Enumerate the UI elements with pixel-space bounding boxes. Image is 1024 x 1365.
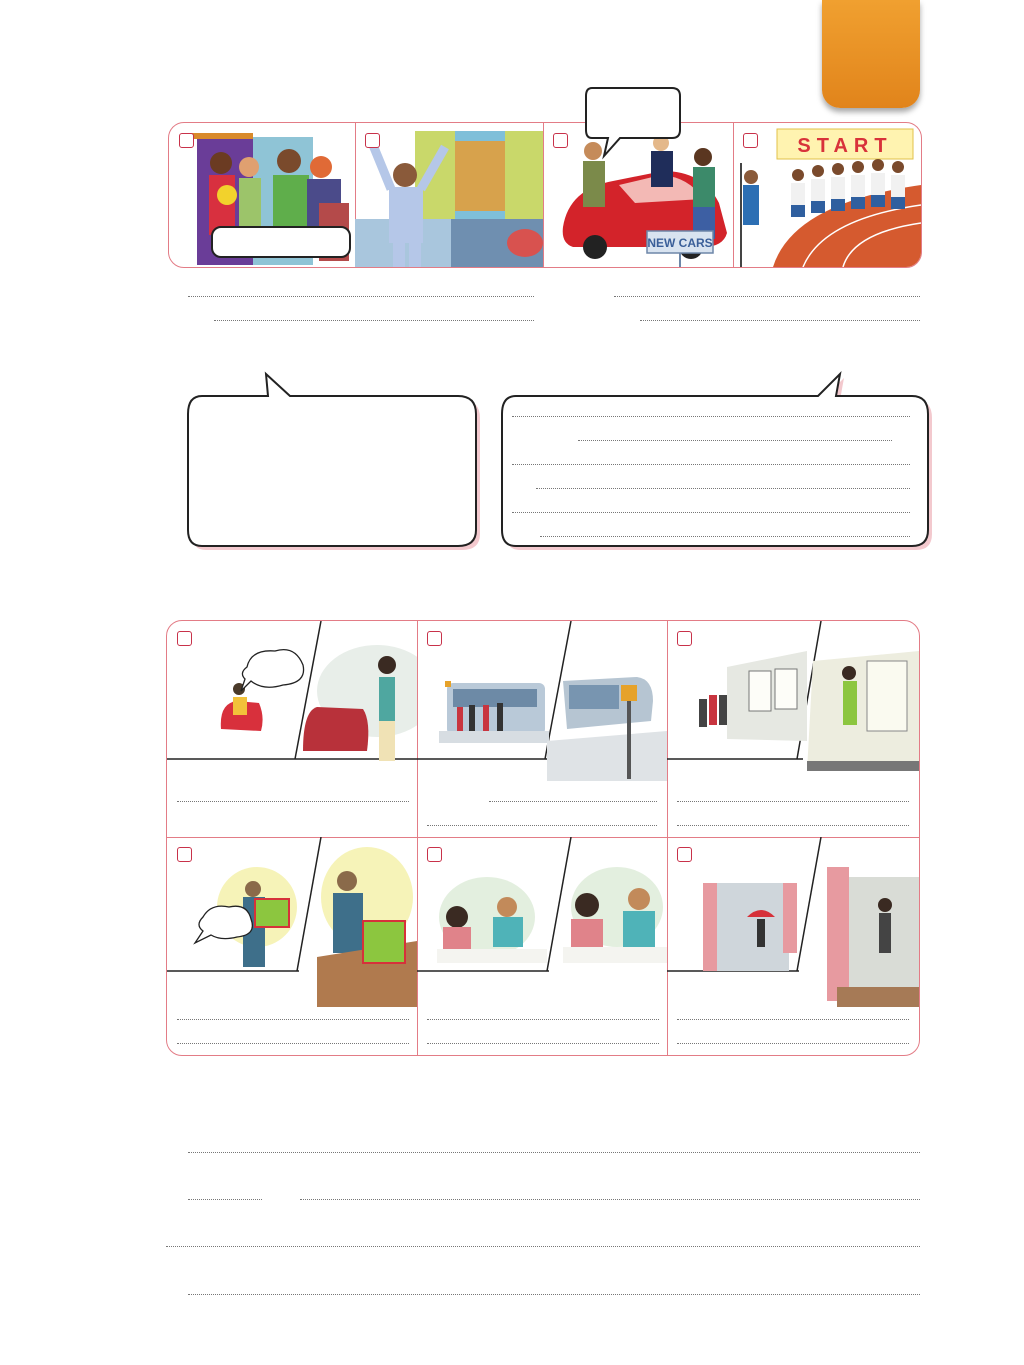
grid-panel-5 <box>417 837 668 1055</box>
grid-checkbox-6[interactable] <box>677 847 692 862</box>
answer-line[interactable] <box>640 320 920 321</box>
speech-bubble-car <box>585 87 681 160</box>
answer-line[interactable] <box>540 536 910 537</box>
start-banner: START <box>797 135 892 157</box>
right-speech-bubble <box>501 371 932 550</box>
answer-line[interactable] <box>512 416 910 417</box>
writing-line[interactable] <box>300 1199 920 1200</box>
answer-line[interactable] <box>677 1043 909 1044</box>
answer-line[interactable] <box>427 1043 659 1044</box>
race-start-illustration: START <box>740 128 921 267</box>
strip-checkbox-4[interactable] <box>743 133 758 148</box>
writing-line[interactable] <box>188 1152 920 1153</box>
answer-line[interactable] <box>427 1019 659 1020</box>
strip-checkbox-3[interactable] <box>553 133 568 148</box>
answer-line[interactable] <box>177 1019 409 1020</box>
caption-box <box>211 226 351 258</box>
dinner-couple-illustration <box>417 837 667 972</box>
answer-line[interactable] <box>677 825 909 826</box>
left-speech-bubble <box>187 371 480 550</box>
grid-checkbox-5[interactable] <box>427 847 442 862</box>
answer-line[interactable] <box>677 801 909 802</box>
grid-checkbox-4[interactable] <box>177 847 192 862</box>
waking-man-illustration <box>355 131 543 267</box>
strip-panel-2 <box>355 123 544 267</box>
writing-line[interactable] <box>166 1246 920 1247</box>
answer-line[interactable] <box>512 464 910 465</box>
unit-tab <box>822 0 920 108</box>
answer-line[interactable] <box>214 320 534 321</box>
grid-checkbox-2[interactable] <box>427 631 442 646</box>
present-man-illustration <box>167 837 417 1007</box>
writing-line[interactable] <box>188 1199 262 1200</box>
grid-panel-4 <box>167 837 418 1055</box>
strip-checkbox-2[interactable] <box>365 133 380 148</box>
answer-line[interactable] <box>677 1019 909 1020</box>
answer-line[interactable] <box>177 1043 409 1044</box>
grid-panel-2 <box>417 621 668 838</box>
reading-woman-illustration <box>167 621 417 761</box>
grid-checkbox-3[interactable] <box>677 631 692 646</box>
answer-line[interactable] <box>489 801 657 802</box>
grid-panel-6 <box>667 837 919 1055</box>
answer-line[interactable] <box>177 801 409 802</box>
answer-line[interactable] <box>512 512 910 513</box>
train-boarding-illustration <box>667 621 919 771</box>
answer-line[interactable] <box>427 825 657 826</box>
new-cars-sign: NEW CARS <box>647 236 712 250</box>
bottom-picture-grid <box>166 620 920 1056</box>
grid-panel-3 <box>667 621 919 838</box>
answer-line[interactable] <box>614 296 920 297</box>
grid-checkbox-1[interactable] <box>177 631 192 646</box>
rainy-window-illustration <box>667 837 919 1007</box>
writing-line[interactable] <box>188 1294 920 1295</box>
strip-checkbox-1[interactable] <box>179 133 194 148</box>
answer-line[interactable] <box>536 488 910 489</box>
answer-line[interactable] <box>188 296 534 297</box>
bus-stop-illustration <box>417 621 667 781</box>
grid-panel-1 <box>167 621 418 838</box>
strip-panel-4: START <box>733 123 921 267</box>
answer-line[interactable] <box>578 440 892 441</box>
